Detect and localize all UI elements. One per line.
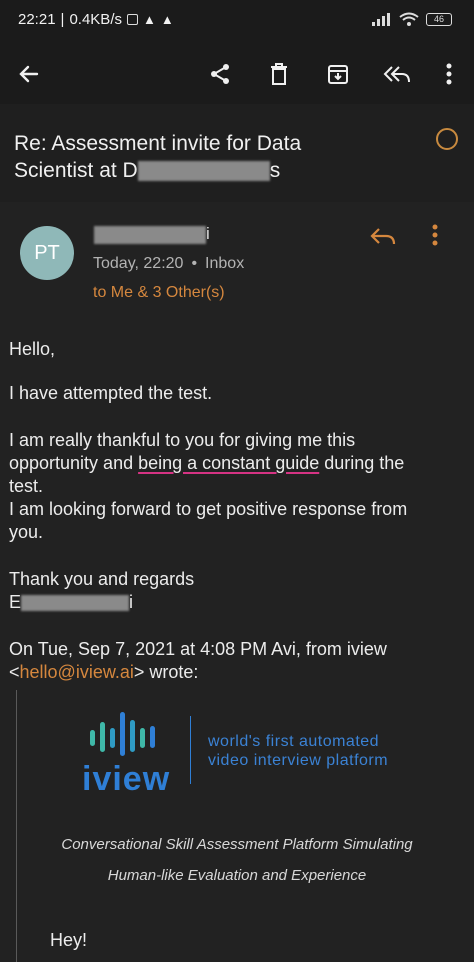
quote-email-link[interactable]: hello@iview.ai [20, 662, 134, 682]
sender-name-tail: i [206, 224, 210, 243]
subject-bar: Re: Assessment invite for Data Scientist… [0, 104, 474, 202]
subject-line-1: Re: Assessment invite for Data [14, 132, 302, 155]
quote-gt: > wrote: [133, 662, 199, 682]
status-time: 22:21 [18, 11, 56, 28]
iview-logo-text: iview [82, 760, 171, 798]
status-bar: 22:21 | 0.4KB/s ▲ ▲ 46 [0, 0, 474, 44]
warning-icon-2: ▲ [160, 12, 174, 27]
tagline-line-1: world's first automated [208, 733, 380, 750]
body-line-1: I have attempted the test. [9, 383, 213, 403]
email-meta: Today, 22:20 • Inbox [93, 255, 244, 273]
logo-tagline: world's first automated video interview … [208, 732, 388, 770]
email-subject: Re: Assessment invite for Data Scientist… [14, 130, 404, 184]
para2-line-b: opportunity and being a constant guide d… [9, 452, 407, 475]
closing-text: Thank you and regards [9, 569, 195, 589]
wifi-icon [399, 12, 419, 26]
share-icon[interactable] [205, 59, 235, 89]
iview-logo-bars-icon [90, 712, 155, 756]
quote-divider [16, 690, 17, 962]
quoted-italic-line-2: Human-like Evaluation and Experience [107, 867, 367, 884]
para2-b3: during the [319, 453, 405, 473]
sig-last: i [129, 592, 134, 612]
redacted-sender-name [94, 226, 206, 244]
subject-line-2: Scientist at D s [14, 157, 404, 184]
toolbar [0, 44, 474, 104]
reply-icon[interactable] [368, 224, 398, 253]
recipients-toggle[interactable]: to Me & 3 Other(s) [93, 284, 225, 302]
message-more-icon[interactable] [432, 224, 438, 251]
trash-icon[interactable] [264, 59, 294, 89]
logo-divider [190, 716, 191, 784]
star-circle-icon[interactable] [436, 128, 458, 150]
archive-icon[interactable] [323, 59, 353, 89]
quote-header: On Tue, Sep 7, 2021 at 4:08 PM Avi, from… [9, 638, 387, 684]
para3-line-a: I am looking forward to get positive res… [9, 499, 408, 519]
tagline-line-2: video interview platform [208, 752, 389, 769]
signature: Ei [9, 591, 194, 614]
body-greeting: Hello, [9, 339, 56, 359]
redacted-company [137, 161, 270, 182]
body-paragraph-2: I am really thankful to you for giving m… [9, 429, 407, 544]
back-arrow-icon[interactable] [14, 59, 44, 89]
para3-line-b: you. [9, 522, 44, 542]
subject-suffix: s [269, 159, 281, 182]
quoted-greeting: Hey! [50, 930, 88, 950]
quote-header-line-2: <hello@iview.ai> wrote: [9, 661, 387, 684]
status-separator: | [60, 11, 65, 28]
more-vert-icon[interactable] [434, 59, 464, 89]
quote-header-line-1: On Tue, Sep 7, 2021 at 4:08 PM Avi, from… [9, 639, 387, 659]
signal-icon [372, 12, 390, 26]
warning-icon: ▲ [142, 12, 156, 27]
status-network-speed: 0.4KB/s [69, 11, 122, 28]
avatar: PT [20, 226, 74, 280]
status-left: 22:21 | 0.4KB/s ▲ ▲ [18, 11, 174, 28]
status-right: 46 [372, 12, 452, 26]
quote-lt: < [9, 662, 20, 682]
para2-line-c: test. [9, 476, 44, 496]
reply-all-icon[interactable] [382, 59, 412, 89]
redacted-signature [21, 595, 130, 612]
recipients-text: to Me & 3 Other(s) [93, 284, 225, 301]
battery-icon: 46 [426, 12, 452, 26]
para2-b1: opportunity and [9, 453, 139, 473]
closing-block: Thank you and regards Ei [9, 568, 194, 614]
subject-prefix: Scientist at D [14, 159, 138, 182]
quoted-italic-line-1: Conversational Skill Assessment Platform… [61, 836, 413, 853]
dot-separator: • [191, 255, 198, 272]
para2-line-a: I am really thankful to you for giving m… [9, 430, 356, 450]
highlighted-phrase: being a constant guide [138, 453, 320, 473]
screen-icon [126, 14, 138, 25]
email-date: Today, 22:20 [93, 255, 184, 272]
email-folder: Inbox [205, 255, 245, 272]
sig-first: E [9, 592, 22, 612]
